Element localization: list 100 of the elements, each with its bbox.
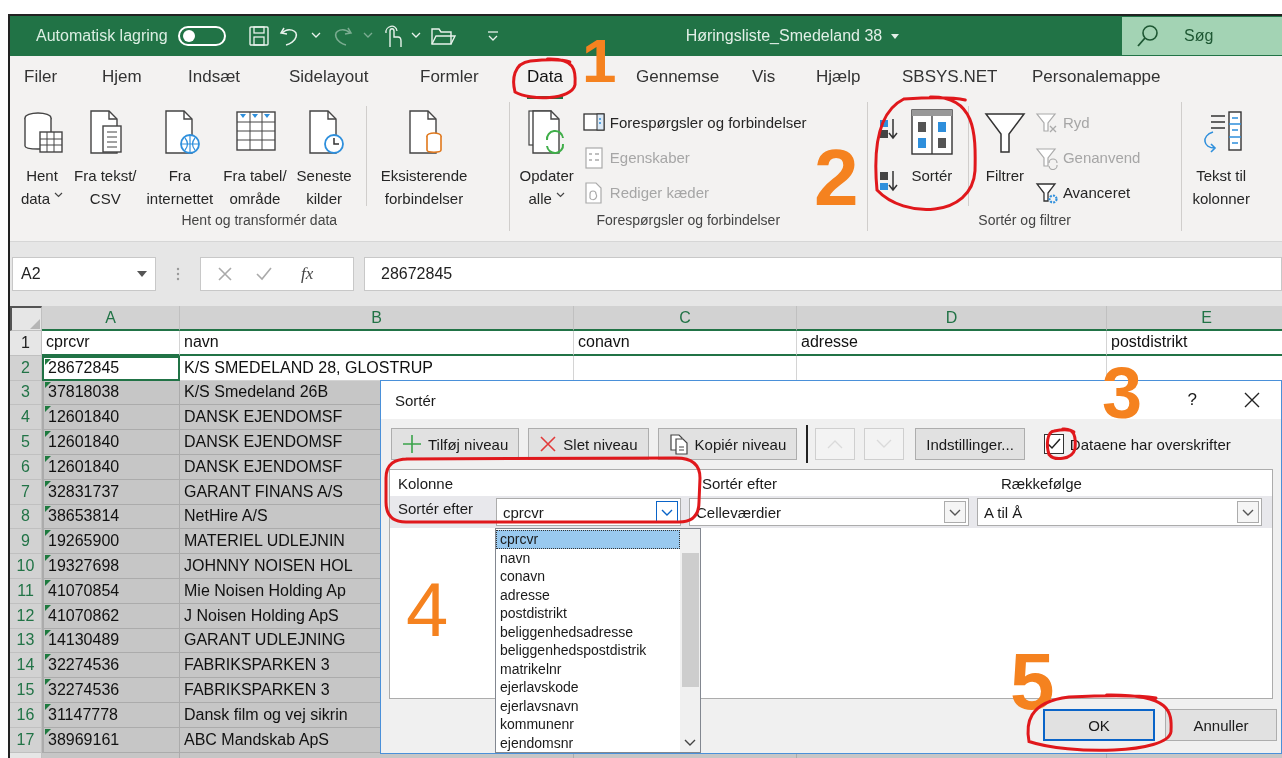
column-header[interactable]: B <box>180 306 574 331</box>
row-header[interactable]: 17 <box>10 727 42 753</box>
ribbon-tab[interactable]: Filer <box>24 59 58 99</box>
row-header[interactable]: 11 <box>10 578 42 604</box>
row-header[interactable]: 14 <box>10 653 42 679</box>
column-header[interactable]: C <box>574 306 797 331</box>
column-header[interactable]: D <box>797 306 1107 331</box>
select-all-button[interactable] <box>10 306 42 331</box>
help-button[interactable]: ? <box>1187 390 1197 410</box>
drag-handle-icon[interactable] <box>176 267 180 281</box>
row-header[interactable]: 7 <box>10 479 42 505</box>
row-header[interactable]: 13 <box>10 628 42 654</box>
ok-button[interactable]: OK <box>1043 709 1155 741</box>
caret-icon[interactable] <box>137 271 147 277</box>
search-field[interactable]: Søg <box>1122 17 1282 55</box>
dropdown[interactable]: A til Å <box>977 498 1262 526</box>
ribbon-tab[interactable]: Sidelayout <box>289 59 369 99</box>
row-header[interactable]: 9 <box>10 529 42 555</box>
dropdown[interactable]: cprcvr <box>496 498 681 526</box>
ribbon-button[interactable]: Tekst til kolonner <box>1190 106 1252 212</box>
row-header[interactable]: 1 <box>10 331 42 356</box>
delete-level-button[interactable]: Slet niveau <box>528 428 649 460</box>
dropdown-option[interactable]: ejerlavsnavn <box>496 696 680 715</box>
ribbon-button[interactable]: Eksisterende forbindelser <box>378 106 470 212</box>
ribbon-button[interactable]: Fra tekst/ CSV <box>72 106 139 212</box>
autosave-toggle[interactable] <box>177 26 226 46</box>
save-icon[interactable] <box>247 25 270 47</box>
row-header[interactable]: 8 <box>10 504 42 530</box>
table-cell: FABRIKSPARKEN 3 <box>184 681 330 700</box>
dropdown-option[interactable]: ejendomsnr <box>496 733 680 752</box>
dropdown-option[interactable]: navn <box>496 548 680 567</box>
row-header[interactable]: 12 <box>10 603 42 629</box>
table-cell: 12601840 <box>48 457 120 476</box>
scroll-thumb[interactable] <box>681 553 699 687</box>
column-heading: Kolonne <box>397 474 455 492</box>
row-header[interactable]: 5 <box>10 430 42 455</box>
chevron-down-icon[interactable] <box>684 738 696 748</box>
ribbon-button[interactable]: Forespørgsler og forbindelser <box>581 110 807 135</box>
ribbon-tab[interactable]: Hjem <box>102 59 142 99</box>
copy-level-button[interactable]: Kopiér niveau <box>657 428 798 460</box>
filter-clear-icon <box>1034 110 1059 135</box>
caret-icon[interactable] <box>890 32 901 40</box>
row-header[interactable]: 2 <box>10 355 42 381</box>
name-box[interactable]: A2 <box>12 257 156 291</box>
column-header[interactable]: E <box>1107 306 1282 331</box>
row-header[interactable]: 10 <box>10 554 42 579</box>
dropdown-option[interactable]: beliggenhedspostdistrik <box>496 641 680 660</box>
ribbon-tab[interactable]: Gennemse <box>636 59 720 99</box>
column-heading: Sortér efter <box>700 474 778 492</box>
ribbon-tab[interactable]: SBSYS.NET <box>902 59 998 99</box>
ribbon-button[interactable]: Filtrer <box>980 106 1029 189</box>
formula-field[interactable]: 28672845 <box>364 257 1282 291</box>
filter-gear-icon <box>1034 180 1059 205</box>
ribbon-button[interactable]: Avanceret <box>1034 180 1141 205</box>
ribbon-tab[interactable]: Hjælp <box>816 59 861 99</box>
dropdown-option[interactable]: postdistrikt <box>496 604 680 623</box>
triangle-icon <box>29 318 41 330</box>
ribbon-tab[interactable]: Personalemappe <box>1032 59 1161 99</box>
table-cell: postdistrikt <box>1111 333 1188 352</box>
ribbon-tab[interactable]: Indsæt <box>188 59 240 99</box>
dropdown-option[interactable]: beliggenhedsadresse <box>496 622 680 641</box>
dropdown-option[interactable]: kommunenr <box>496 715 680 734</box>
plus-icon <box>402 434 422 454</box>
ribbon-tab[interactable]: Vis <box>752 59 776 99</box>
row-header[interactable]: 6 <box>10 455 42 480</box>
dropdown-option[interactable]: ejerlavskode <box>496 678 680 697</box>
table-cell: DANSK EJENDOMSF <box>184 457 343 476</box>
search-icon[interactable] <box>1136 24 1160 48</box>
table-cell: conavn <box>578 333 630 352</box>
ribbon-button[interactable]: Hent data <box>18 106 66 212</box>
ribbon-button[interactable]: Opdater alle <box>517 106 576 212</box>
cancel-button[interactable]: Annuller <box>1165 709 1277 741</box>
dropdown-option[interactable]: conavn <box>496 567 680 586</box>
row-header[interactable]: 3 <box>10 380 42 406</box>
dropdown-option[interactable]: cprcvr <box>496 530 680 549</box>
customize-icon[interactable] <box>485 29 500 43</box>
options-button[interactable]: Indstillinger... <box>915 428 1025 460</box>
close-icon[interactable] <box>1243 391 1261 409</box>
row-header[interactable]: 15 <box>10 678 42 703</box>
sort-descending-icon <box>877 169 900 193</box>
column-header[interactable]: A <box>42 306 180 331</box>
ribbon-button[interactable]: Seneste kilder <box>294 106 354 212</box>
ribbon-tab[interactable]: Formler <box>420 59 479 99</box>
check-icon[interactable] <box>255 266 273 282</box>
row-header[interactable]: 4 <box>10 405 42 431</box>
dropdown-option[interactable]: adresse <box>496 585 680 604</box>
ribbon-button[interactable]: Fra internettet <box>144 106 216 212</box>
add-level-button[interactable]: Tilføj niveau <box>391 428 520 460</box>
insert-function-button[interactable]: fx <box>301 264 314 284</box>
copy-icon <box>668 433 689 455</box>
ribbon-button[interactable]: Sortér <box>907 106 956 189</box>
dropdown-option[interactable]: matrikelnr <box>496 659 680 678</box>
folder-icon[interactable] <box>429 25 456 47</box>
row-header[interactable]: 16 <box>10 702 42 728</box>
autosave-label: Automatisk lagring <box>36 27 168 45</box>
step-number: 2 <box>814 138 859 218</box>
table-cell: K/S Smedeland 26B <box>184 383 329 402</box>
ribbon-tab[interactable]: Data <box>527 59 563 99</box>
ribbon-button[interactable]: Fra tabel/ område <box>221 106 289 212</box>
dropdown[interactable]: Celleværdier <box>689 498 969 526</box>
